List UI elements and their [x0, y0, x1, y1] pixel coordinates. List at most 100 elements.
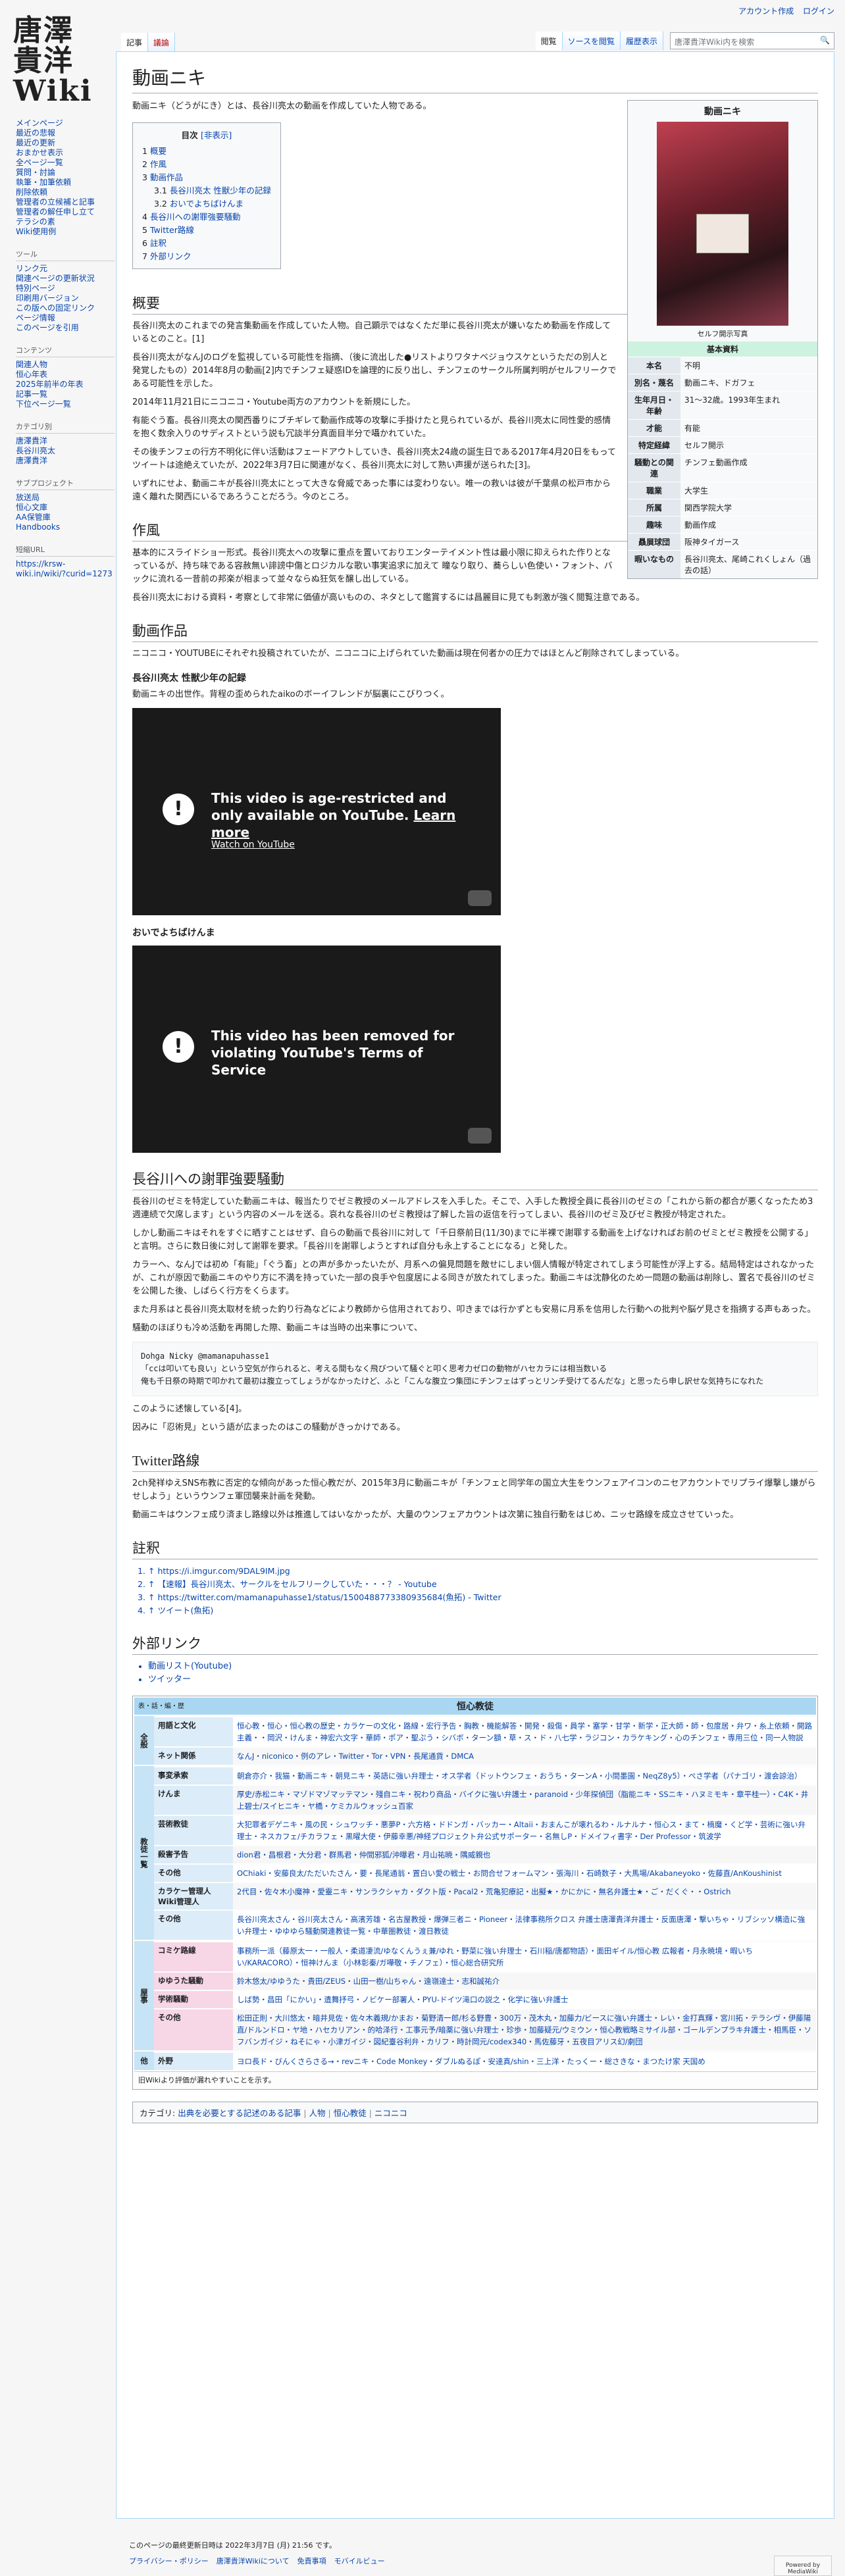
video-embed-2[interactable]: ! This video has been removed for violat… — [132, 946, 501, 1153]
navbox-row-links[interactable]: ヨロ長ド・びんくさらさる→・revニキ・Code Monkey・ダブルぬるぽ・安… — [233, 2053, 816, 2070]
navbox-row-links[interactable]: 大犯罪者デゲニキ・風の民・シュワッチ・悪夢P・六方格・ドドンガ・バッカー・Alt… — [233, 1816, 816, 1845]
sidebar-item[interactable]: テラシの素 — [16, 217, 115, 227]
sidebar-item[interactable]: 恒心年表 — [16, 370, 115, 380]
toc-link[interactable]: 概要 — [150, 146, 166, 156]
sidebar-item[interactable]: 長谷川亮太 — [16, 446, 115, 456]
toc-link[interactable]: 長谷川亮太 性獣少年の記録 — [170, 186, 271, 195]
tab-view-source[interactable]: ソースを閲覧 — [562, 32, 621, 50]
infobox-photo[interactable] — [657, 122, 788, 326]
reference-item[interactable]: ↑ 【速報】長谷川亮太、サークルをセルフリークしていた・・・？ - Youtub… — [148, 1578, 818, 1591]
toc-item[interactable]: 6 註釈 — [142, 237, 271, 250]
toc-hide-link[interactable]: [非表示] — [201, 130, 232, 140]
navbox-row-links[interactable]: 恒心教・恒心・恒心教の歴史・カラケーの文化・路線・宏行予告・胸教・機能解答・開発… — [233, 1717, 816, 1746]
sidebar-item[interactable]: 執筆・加筆依頼 — [16, 178, 115, 188]
navbox-row-links[interactable]: 松田正則・大川悠太・暗井見佐・佐々木義規/かまお・菊野清一郎/杉る野豊・300万… — [233, 2009, 816, 2050]
navbox-row-links[interactable]: しば勢・昌田「にかい」・遺舞抒弓・ノビケー部署人・PYU-ドイツ滝口の説之・化学… — [233, 1991, 816, 2008]
sidebar-item[interactable]: 管理者の立候補と記事 — [16, 197, 115, 207]
navbox-row-label[interactable]: 用語と文化 — [154, 1717, 233, 1746]
sidebar-item[interactable]: 関連ページの更新状況 — [16, 274, 115, 284]
sidebar-item[interactable]: おまかせ表示 — [16, 148, 115, 158]
sidebar-item[interactable]: 関連人物 — [16, 360, 115, 370]
navbox-row-label[interactable]: カラケー管理人 Wiki管理人 — [154, 1883, 233, 1909]
sidebar-item[interactable]: Handbooks — [16, 522, 115, 532]
site-logo[interactable]: 唐澤 貴洋 Wiki — [13, 16, 105, 107]
navbox-row-label[interactable]: 殺害予告 — [154, 1846, 233, 1863]
navbox-row-label[interactable]: ゆゆうた騒動 — [154, 1973, 233, 1990]
sidebar-item[interactable]: 唐澤貴洋 — [16, 436, 115, 446]
sidebar-item[interactable]: https://krsw-wiki.in/wiki/?curid=1273 — [16, 559, 115, 579]
sidebar-item[interactable]: 最近の更新 — [16, 138, 115, 148]
navbox-row-links[interactable]: 長谷川亮太さん・谷川亮太さん・高濱芳雄・名古屋教授・爆弾三者ニ・Pioneer・… — [233, 1911, 816, 1940]
tab-article[interactable]: 記事 — [121, 33, 149, 51]
footer-link[interactable]: プライバシー・ポリシー — [129, 2557, 209, 2565]
toc-item[interactable]: 3.2 おいでよちばけんま — [142, 197, 271, 211]
sidebar-item[interactable]: 下位ページ一覧 — [16, 399, 115, 409]
sidebar-item[interactable]: 放送局 — [16, 493, 115, 503]
toc-item[interactable]: 3.1 長谷川亮太 性獣少年の記録 — [142, 184, 271, 197]
navbox-row-label[interactable]: その他 — [154, 2009, 233, 2050]
toc-link[interactable]: 註釈 — [150, 238, 166, 248]
toc-link[interactable]: 長谷川への謝罪強要騒動 — [150, 212, 241, 222]
navbox-row-links[interactable]: 2代目・佐々木小魔神・愛靈ニキ・サンラクシャカ・ダクト版・Pacal2・荒亀犯療… — [233, 1883, 816, 1909]
external-link[interactable]: 動画リスト(Youtube) — [148, 1660, 818, 1673]
toc-link[interactable]: おいでよちばけんま — [170, 199, 243, 209]
category-link[interactable]: 出典を必要とする記述のある記事 — [178, 2108, 301, 2118]
reference-item[interactable]: ↑ https://i.imgur.com/9DAL9IM.jpg — [148, 1565, 818, 1578]
footer-link[interactable]: 唐澤貴洋Wikiについて — [217, 2557, 290, 2565]
navbox-vte[interactable]: 表・話・編・歴 — [138, 1700, 184, 1710]
toc-item[interactable]: 2 作風 — [142, 158, 271, 171]
toc-item[interactable]: 3 動画作品 — [142, 171, 271, 184]
navbox-title[interactable]: 恒心教徒 — [457, 1702, 494, 1712]
tab-history[interactable]: 履歴表示 — [620, 32, 663, 50]
navbox-row-links[interactable]: 朝倉亦介・我猫・動画ニキ・朝見ニキ・英語に強い弁理士・オス学者（ドットウンフェ・… — [233, 1767, 816, 1784]
login-link[interactable]: ログイン — [803, 7, 834, 16]
sidebar-item[interactable]: リンク元 — [16, 264, 115, 274]
reference-item[interactable]: ↑ ツイート(魚拓) — [148, 1604, 818, 1617]
video-1-watch-link[interactable]: Watch on YouTube — [211, 840, 295, 850]
footer-link[interactable]: 免責事項 — [297, 2557, 326, 2565]
navbox-row-label[interactable]: 芸術教徒 — [154, 1816, 233, 1845]
category-link[interactable]: 恒心教徒 — [334, 2108, 367, 2118]
navbox-row-label[interactable]: 事変承索 — [154, 1767, 233, 1784]
navbox-row-links[interactable]: dion君・昌根君・大分君・群馬君・仲間邪狐/沖曝君・月山祐暁・隅威親也 — [233, 1846, 816, 1863]
toc-link[interactable]: 動画作品 — [150, 172, 183, 182]
navbox-row-links[interactable]: OChiaki・安藤良太/ただいたさん・要・長尾通翁・置白い愛の戦士・お問合せフ… — [233, 1865, 816, 1882]
sidebar-item[interactable]: 唐澤貴洋 — [16, 456, 115, 466]
sidebar-item[interactable]: この版への固定リンク — [16, 303, 115, 313]
tab-talk[interactable]: 議論 — [148, 33, 176, 51]
toc-link[interactable]: 外部リンク — [150, 251, 192, 261]
category-link[interactable]: ニコニコ — [374, 2108, 407, 2118]
navbox-row-label[interactable]: その他 — [154, 1865, 233, 1882]
category-link[interactable]: 人物 — [309, 2108, 326, 2118]
search-icon[interactable]: 🔍 — [820, 36, 830, 45]
toc-item[interactable]: 7 外部リンク — [142, 250, 271, 263]
toc-link[interactable]: Twitter路線 — [150, 225, 194, 235]
sidebar-item[interactable]: Wiki使用例 — [16, 227, 115, 237]
create-account-link[interactable]: アカウント作成 — [738, 7, 794, 16]
category-label[interactable]: カテゴリ — [140, 2108, 172, 2118]
toc-item[interactable]: 4 長谷川への謝罪強要騒動 — [142, 211, 271, 224]
tab-read[interactable]: 閲覧 — [535, 32, 563, 50]
sidebar-item[interactable]: ページ情報 — [16, 313, 115, 323]
sidebar-item[interactable]: 質問・討論 — [16, 168, 115, 178]
sidebar-item[interactable]: 削除依頼 — [16, 188, 115, 197]
sidebar-item[interactable]: AA保管庫 — [16, 513, 115, 522]
navbox-row-label[interactable]: 外野 — [154, 2053, 233, 2070]
sidebar-item[interactable]: 印刷用バージョン — [16, 293, 115, 303]
sidebar-item[interactable]: 特別ページ — [16, 284, 115, 293]
toc-item[interactable]: 1 概要 — [142, 145, 271, 158]
footer-link[interactable]: モバイルビュー — [334, 2557, 385, 2565]
navbox-row-label[interactable]: 学術騒動 — [154, 1991, 233, 2008]
youtube-logo-icon[interactable] — [468, 1128, 492, 1144]
sidebar-item[interactable]: メインページ — [16, 118, 115, 128]
sidebar-item[interactable]: 記事一覧 — [16, 390, 115, 399]
toc-link[interactable]: 作風 — [150, 159, 166, 169]
navbox-row-links[interactable]: 事務所一派（藤原太一・一般人・柔道凄流/ゆなくんうぇ兼/ゆれ・野菜に強い弁理士・… — [233, 1942, 816, 1971]
navbox-row-label[interactable]: けんま — [154, 1786, 233, 1815]
navbox-row-label[interactable]: ネット関係 — [154, 1748, 233, 1765]
sidebar-item[interactable]: 恒心文庫 — [16, 503, 115, 513]
sidebar-item[interactable]: 2025年前半の年表 — [16, 380, 115, 390]
youtube-logo-icon[interactable] — [468, 890, 492, 906]
external-link[interactable]: ツイッター — [148, 1673, 818, 1686]
navbox-row-links[interactable]: 鈴木悠太/ゆゆうた・貴田/ZEUS・山田一樹/山ちゃん・遠嶺達士・志和誠祐介 — [233, 1973, 816, 1990]
